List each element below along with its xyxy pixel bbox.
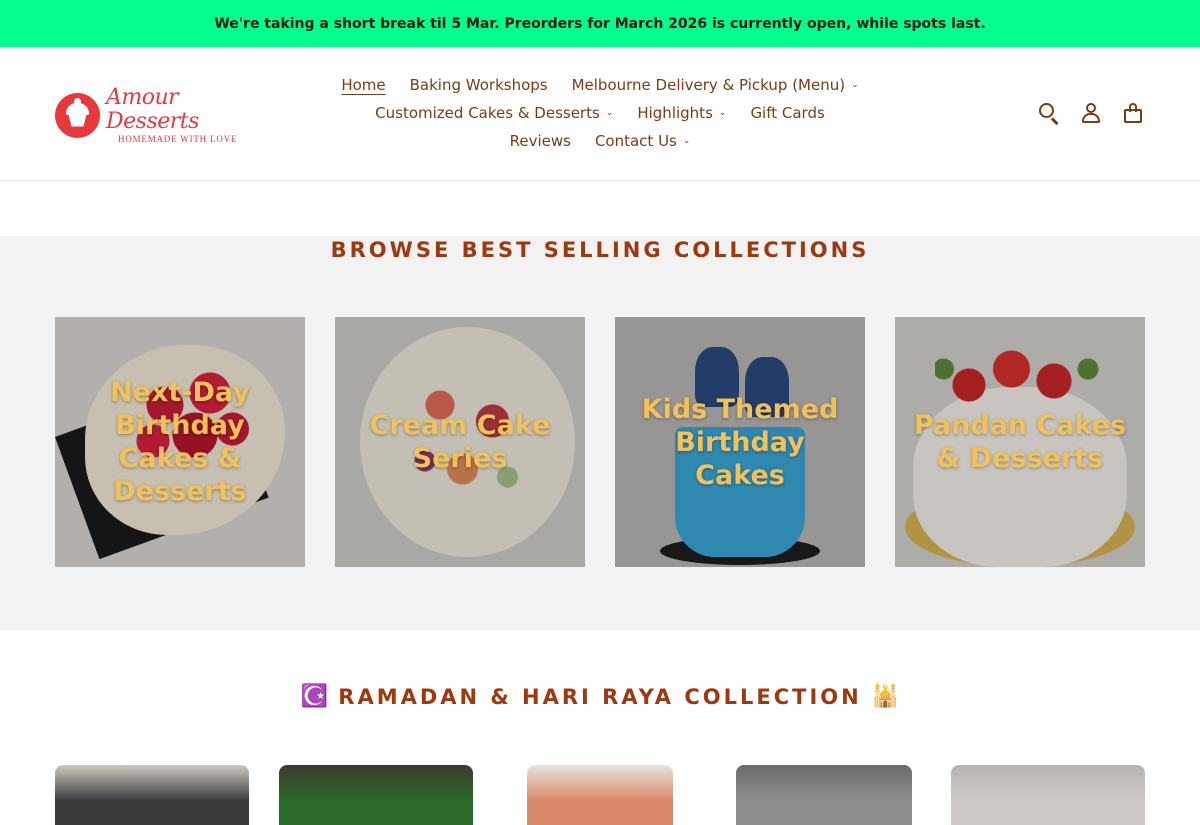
product-thumbnail[interactable] — [736, 765, 912, 825]
collection-card-next-day[interactable]: Next-Day Birthday Cakes & Desserts — [55, 317, 305, 567]
nav-item-label: Customized Cakes & Desserts — [375, 104, 600, 122]
nav-item-label: Melbourne Delivery & Pickup (Menu) — [571, 76, 846, 94]
logo-wordmark: Amour Desserts HOMEMADE WITH LOVE — [106, 85, 255, 145]
nav-item-label: Highlights — [637, 104, 713, 122]
chevron-down-icon: ⌄ — [718, 108, 727, 118]
nav-item-label: Contact Us — [594, 132, 677, 150]
star-crescent-icon: ☪️ — [300, 684, 329, 709]
nav-item-reviews[interactable]: Reviews — [510, 132, 571, 150]
mosque-icon: 🕌 — [871, 684, 900, 709]
collection-label: Next-Day Birthday Cakes & Desserts — [110, 377, 250, 507]
site-header: Amour Desserts HOMEMADE WITH LOVE Home B… — [0, 47, 1200, 181]
brand-tagline: HOMEMADE WITH LOVE — [118, 134, 238, 144]
featured-section-title: BROWSE BEST SELLING COLLECTIONS — [330, 238, 870, 262]
product-thumbnail[interactable] — [951, 765, 1145, 825]
nav-item-melbourne-delivery[interactable]: Melbourne Delivery & Pickup (Menu) ⌄ — [572, 76, 859, 94]
search-icon[interactable] — [1037, 101, 1061, 125]
announcement-bar: We're taking a short break til 5 Mar. Pr… — [0, 0, 1200, 47]
nav-item-baking-workshops[interactable]: Baking Workshops — [410, 76, 548, 94]
nav-item-label: Baking Workshops — [409, 76, 548, 94]
nav-item-label: Reviews — [509, 132, 571, 150]
ramadan-product-row — [0, 765, 1200, 825]
chevron-down-icon: ⌄ — [682, 136, 691, 146]
nav-item-contact-us[interactable]: Contact Us ⌄ — [595, 132, 690, 150]
ramadan-section-title: ☪️ RAMADAN & HARI RAYA COLLECTION 🕌 — [0, 684, 1200, 709]
nav-row: Home Baking Workshops Melbourne Delivery… — [300, 71, 900, 99]
collection-label: Kids Themed Birthday Cakes — [641, 393, 839, 491]
collection-label: Cream Cake Series — [369, 410, 551, 474]
brand-name: Amour Desserts — [106, 85, 199, 134]
ramadan-collection: ☪️ RAMADAN & HARI RAYA COLLECTION 🕌 — [0, 684, 1200, 709]
nav-item-customized-cakes[interactable]: Customized Cakes & Desserts ⌄ — [375, 104, 613, 122]
brand-logo[interactable]: Amour Desserts HOMEMADE WITH LOVE — [55, 86, 255, 144]
cupcake-icon — [55, 92, 100, 138]
account-icon[interactable] — [1079, 101, 1103, 125]
nav-item-label: Gift Cards — [750, 104, 825, 122]
product-thumbnail[interactable] — [55, 765, 249, 825]
collection-card-pandan[interactable]: Pandan Cakes & Desserts — [895, 317, 1145, 567]
nav-row: Reviews Contact Us ⌄ — [300, 127, 900, 155]
collection-card-cream-cake[interactable]: Cream Cake Series — [335, 317, 585, 567]
cart-icon[interactable] — [1121, 101, 1145, 125]
main-navigation: Home Baking Workshops Melbourne Delivery… — [300, 71, 900, 155]
nav-row: Customized Cakes & Desserts ⌄ Highlights… — [300, 99, 900, 127]
header-actions — [1037, 101, 1145, 125]
product-thumbnail[interactable] — [527, 765, 673, 825]
collection-grid: Next-Day Birthday Cakes & Desserts Cream… — [55, 317, 1145, 567]
nav-item-highlights[interactable]: Highlights ⌄ — [637, 104, 726, 122]
nav-item-home[interactable]: Home — [341, 76, 385, 94]
chevron-down-icon: ⌄ — [851, 80, 859, 90]
nav-item-gift-cards[interactable]: Gift Cards — [750, 104, 824, 122]
announcement-text: We're taking a short break til 5 Mar. Pr… — [214, 15, 986, 32]
nav-item-label: Home — [341, 76, 386, 94]
featured-collections: BROWSE BEST SELLING COLLECTIONS Next-Day… — [0, 236, 1200, 630]
ramadan-title-text: RAMADAN & HARI RAYA COLLECTION — [338, 684, 862, 709]
product-thumbnail[interactable] — [279, 765, 473, 825]
collection-label: Pandan Cakes & Desserts — [913, 410, 1127, 474]
collection-card-kids-themed[interactable]: Kids Themed Birthday Cakes — [615, 317, 865, 567]
chevron-down-icon: ⌄ — [605, 108, 614, 118]
